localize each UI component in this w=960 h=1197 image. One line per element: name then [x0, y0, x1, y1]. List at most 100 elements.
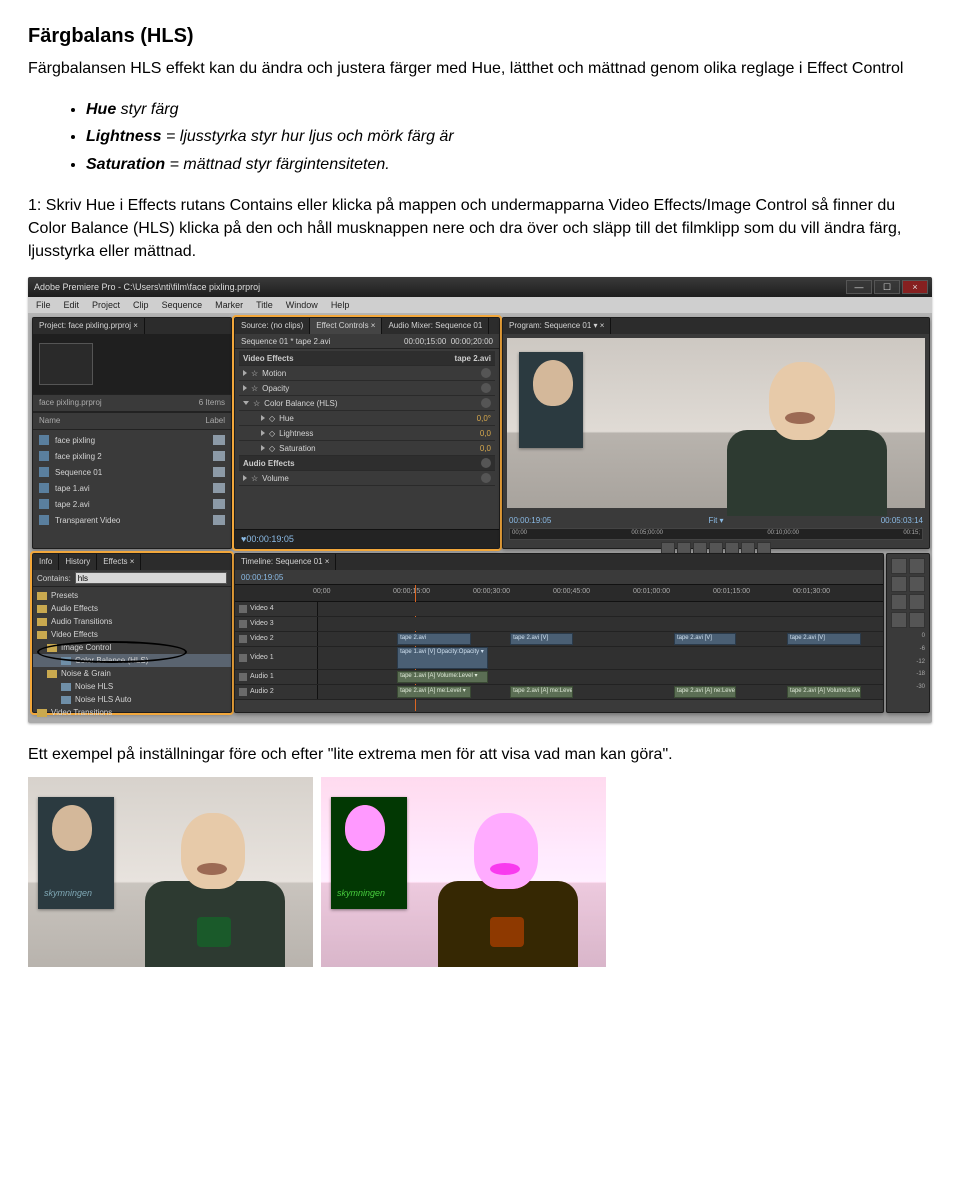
tree-item[interactable]: Video Transitions	[33, 706, 231, 719]
audio-clip[interactable]: tape 2.avi [A] ne:Level ▾	[674, 686, 737, 698]
menu-item[interactable]: File	[36, 299, 51, 312]
audio-clip[interactable]: tape 2.avi [A] me:Level ▾	[397, 686, 471, 698]
menu-item[interactable]: Marker	[215, 299, 243, 312]
reset-icon[interactable]	[481, 398, 491, 408]
effects-tab[interactable]: Effects ×	[97, 554, 141, 570]
disclosure-icon[interactable]	[261, 430, 265, 436]
eye-icon[interactable]	[239, 654, 247, 662]
label-swatch[interactable]	[213, 451, 225, 461]
col-label[interactable]: Label	[199, 413, 231, 429]
track-strip[interactable]	[318, 617, 883, 631]
track-strip[interactable]: tape 1.avi [V] Opacity:Opacity ▾	[318, 647, 883, 669]
close-button[interactable]: ×	[902, 280, 928, 294]
tree-item[interactable]: Video Effects	[33, 628, 231, 641]
eye-icon[interactable]	[239, 605, 247, 613]
tree-item[interactable]: Presets	[33, 589, 231, 602]
audio-mixer-tab[interactable]: Audio Mixer: Sequence 01	[382, 318, 489, 334]
project-item[interactable]: tape 2.avi	[33, 496, 231, 512]
eye-icon[interactable]	[239, 620, 247, 628]
disclosure-icon[interactable]	[243, 401, 249, 405]
effect-row[interactable]: ☆ Color Balance (HLS)	[239, 396, 495, 411]
contains-input[interactable]	[75, 572, 227, 584]
disclosure-icon[interactable]	[261, 445, 265, 451]
tool-button[interactable]	[891, 594, 907, 610]
info-tab[interactable]: Info	[33, 554, 59, 570]
track-strip[interactable]	[318, 602, 883, 616]
label-swatch[interactable]	[213, 483, 225, 493]
tool-button[interactable]	[891, 558, 907, 574]
project-item[interactable]: face pixling 2	[33, 448, 231, 464]
audio-clip[interactable]: tape 2.avi [A] Volume:Level ▾	[787, 686, 861, 698]
hue-property[interactable]: ◇ Hue0,0°	[239, 411, 495, 426]
menu-item[interactable]: Window	[286, 299, 318, 312]
clip[interactable]: tape 2.avi [V]	[510, 633, 573, 645]
hue-value[interactable]: 0,0°	[477, 413, 491, 425]
timeline-ruler[interactable]: 00;00 00:00;15:00 00:00;30:00 00:00;45:0…	[235, 584, 883, 602]
tool-button[interactable]	[909, 612, 925, 628]
project-item[interactable]: Sequence 01	[33, 464, 231, 480]
disclosure-icon[interactable]	[243, 385, 247, 391]
effect-row[interactable]: ☆ Motion	[239, 366, 495, 381]
tool-button[interactable]	[909, 558, 925, 574]
track-strip[interactable]: tape 1.avi [A] Volume:Level ▾	[318, 670, 883, 684]
clip[interactable]: tape 2.avi [V]	[674, 633, 737, 645]
col-name[interactable]: Name	[33, 413, 66, 429]
label-swatch[interactable]	[213, 435, 225, 445]
audio-clip[interactable]: tape 1.avi [A] Volume:Level ▾	[397, 671, 488, 683]
label-swatch[interactable]	[213, 515, 225, 525]
tree-item[interactable]: Audio Effects	[33, 602, 231, 615]
menu-item[interactable]: Help	[331, 299, 350, 312]
tool-button[interactable]	[909, 594, 925, 610]
eye-icon[interactable]	[239, 635, 247, 643]
menu-item[interactable]: Title	[256, 299, 273, 312]
menu-item[interactable]: Clip	[133, 299, 149, 312]
saturation-property[interactable]: ◇ Saturation0,0	[239, 441, 495, 456]
tool-button[interactable]	[891, 576, 907, 592]
track-strip[interactable]: tape 2.avi [A] me:Level ▾ tape 2.avi [A]…	[318, 685, 883, 699]
speaker-icon[interactable]	[239, 673, 247, 681]
label-swatch[interactable]	[213, 499, 225, 509]
minimize-button[interactable]: —	[846, 280, 872, 294]
tree-item[interactable]: Noise HLS	[33, 680, 231, 693]
lightness-property[interactable]: ◇ Lightness0,0	[239, 426, 495, 441]
timeline-tab[interactable]: Timeline: Sequence 01 ×	[235, 554, 336, 570]
tool-button[interactable]	[891, 612, 907, 628]
maximize-button[interactable]: ☐	[874, 280, 900, 294]
program-tab[interactable]: Program: Sequence 01 ▾ ×	[503, 318, 611, 334]
audio-clip[interactable]: tape 2.avi [A] me:Level ▾	[510, 686, 573, 698]
history-tab[interactable]: History	[59, 554, 97, 570]
color-balance-hls-item[interactable]: Color Balance (HLS)	[33, 654, 231, 667]
project-item[interactable]: face pixling	[33, 432, 231, 448]
track-strip[interactable]: tape 2.avi tape 2.avi [V] tape 2.avi [V]…	[318, 632, 883, 646]
saturation-value[interactable]: 0,0	[480, 443, 491, 455]
clip[interactable]: tape 2.avi [V]	[787, 633, 861, 645]
effect-controls-timecode[interactable]: ♥ 00:00:19:05	[235, 529, 499, 548]
clip[interactable]: tape 2.avi	[397, 633, 471, 645]
disclosure-icon[interactable]	[243, 370, 247, 376]
menu-item[interactable]: Project	[92, 299, 120, 312]
disclosure-icon[interactable]	[243, 475, 247, 481]
program-video[interactable]	[507, 338, 925, 508]
reset-icon[interactable]	[481, 473, 491, 483]
reset-icon[interactable]	[481, 383, 491, 393]
tree-item[interactable]: Noise HLS Auto	[33, 693, 231, 706]
menu-item[interactable]: Sequence	[162, 299, 203, 312]
project-tab[interactable]: Project: face pixling.prproj ×	[33, 318, 145, 334]
source-tab[interactable]: Source: (no clips)	[235, 318, 310, 334]
project-item[interactable]: tape 1.avi	[33, 480, 231, 496]
effect-controls-tab[interactable]: Effect Controls ×	[310, 318, 382, 334]
tree-item[interactable]: Noise & Grain	[33, 667, 231, 680]
project-item[interactable]: Transparent Video	[33, 512, 231, 528]
tool-button[interactable]	[909, 576, 925, 592]
reset-icon[interactable]	[481, 458, 491, 468]
speaker-icon[interactable]	[239, 688, 247, 696]
zoom-select[interactable]: Fit ▾	[708, 515, 723, 527]
program-scrubber[interactable]: 00;00 00:05;00:00 00:10;00:00 00:15;	[509, 528, 923, 540]
label-swatch[interactable]	[213, 467, 225, 477]
disclosure-icon[interactable]	[261, 415, 265, 421]
clip[interactable]: tape 1.avi [V] Opacity:Opacity ▾	[397, 647, 488, 669]
reset-icon[interactable]	[481, 368, 491, 378]
timeline-timecode[interactable]: 00:00:19:05	[241, 572, 283, 584]
program-tc-left[interactable]: 00:00:19:05	[509, 515, 551, 527]
tree-item[interactable]: Image Control	[33, 641, 231, 654]
